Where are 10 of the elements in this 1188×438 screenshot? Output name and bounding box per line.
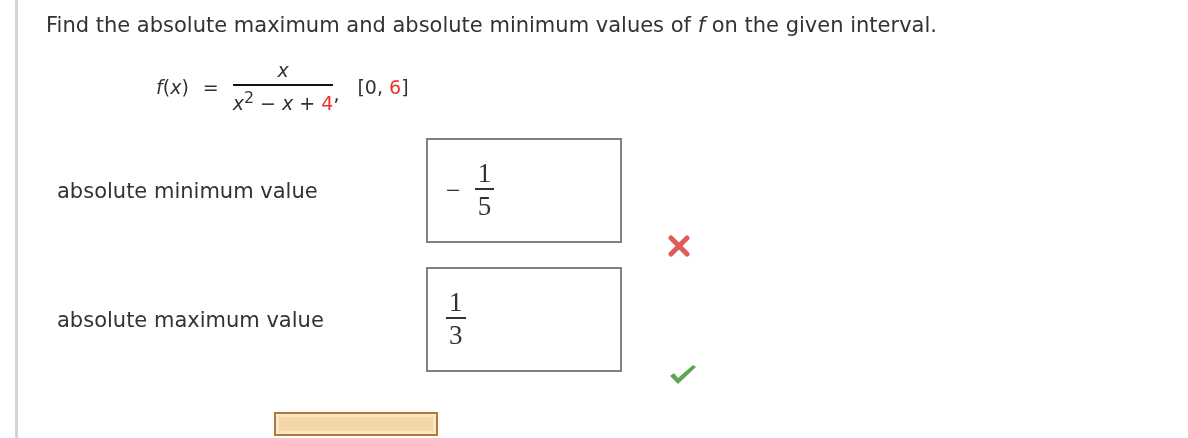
question-prompt: Find the absolute maximum and absolute minimum values of f on the given interval. [46,13,938,37]
answer-label: absolute maximum value [57,307,325,332]
function-name: f(x) [156,75,189,98]
comma: , [333,82,340,105]
function-fraction: x x$^{2}$ − x + 4 [232,59,334,115]
answer-label: absolute minimum value [57,178,319,203]
interval: [0, 6] [357,75,409,98]
button-top-edge[interactable] [274,412,438,437]
equals-sign: = [202,75,219,98]
answer-box[interactable]: 1 3 [426,267,622,373]
